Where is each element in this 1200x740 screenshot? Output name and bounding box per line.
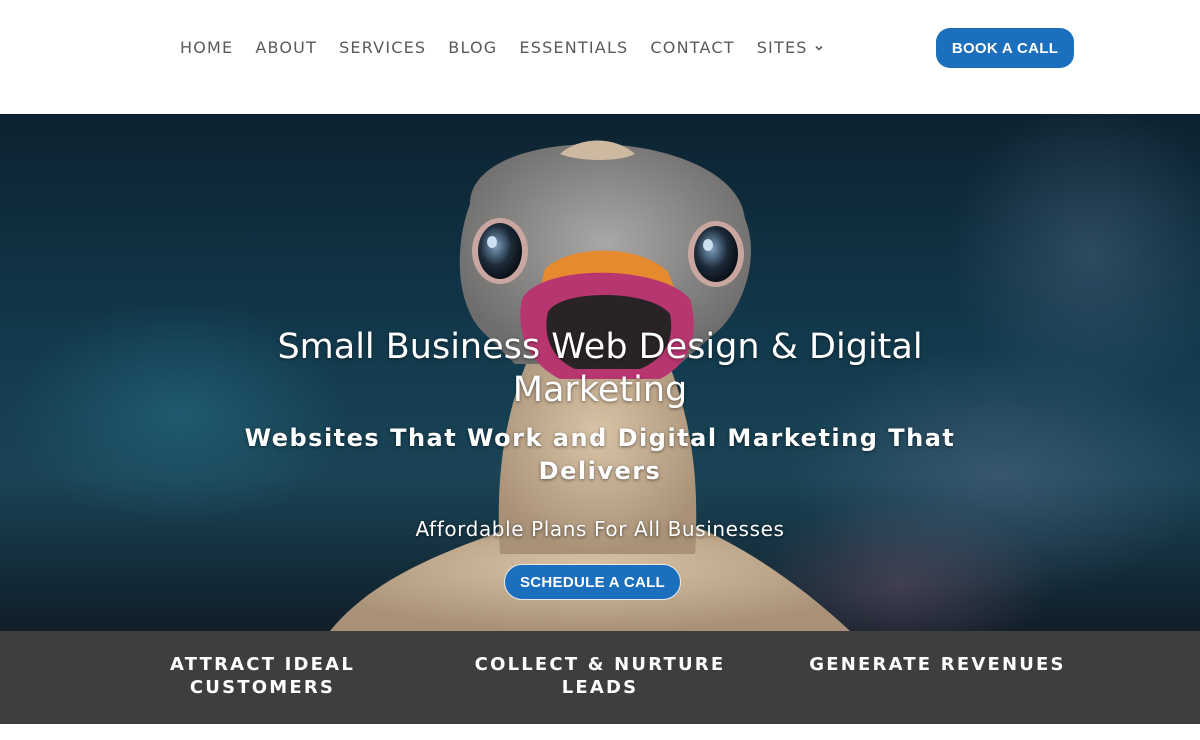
nav-sites-label: SITES — [756, 38, 808, 57]
features-band: ATTRACT IDEAL CUSTOMERS COLLECT & NURTUR… — [0, 631, 1200, 724]
feature-generate: GENERATE REVENUES — [809, 654, 1066, 675]
hero-title: Small Business Web Design & Digital Mark… — [277, 327, 923, 410]
hero-subtitle: Websites That Work and Digital Marketing… — [244, 424, 956, 485]
chevron-down-icon — [815, 45, 823, 51]
nav-sites[interactable]: SITES — [757, 38, 824, 57]
schedule-a-call-button[interactable]: SCHEDULE A CALL — [504, 564, 681, 600]
nav-about[interactable]: ABOUT — [255, 38, 317, 57]
hero-section: Small Business Web Design & Digital Mark… — [0, 114, 1200, 631]
feature-collect: COLLECT & NURTURE LEADS — [474, 654, 726, 698]
feature-attract: ATTRACT IDEAL CUSTOMERS — [170, 654, 355, 698]
nav-services[interactable]: SERVICES — [339, 38, 426, 57]
nav-home[interactable]: HOME — [180, 38, 233, 57]
nav-blog[interactable]: BLOG — [448, 38, 497, 57]
nav-essentials[interactable]: ESSENTIALS — [519, 38, 628, 57]
book-a-call-button[interactable]: BOOK A CALL — [936, 28, 1074, 68]
main-nav: HOME ABOUT SERVICES BLOG ESSENTIALS CONT… — [180, 38, 846, 57]
site-header: HOME ABOUT SERVICES BLOG ESSENTIALS CONT… — [0, 0, 1200, 114]
nav-contact[interactable]: CONTACT — [650, 38, 734, 57]
hero-tagline: Affordable Plans For All Businesses — [415, 517, 785, 541]
